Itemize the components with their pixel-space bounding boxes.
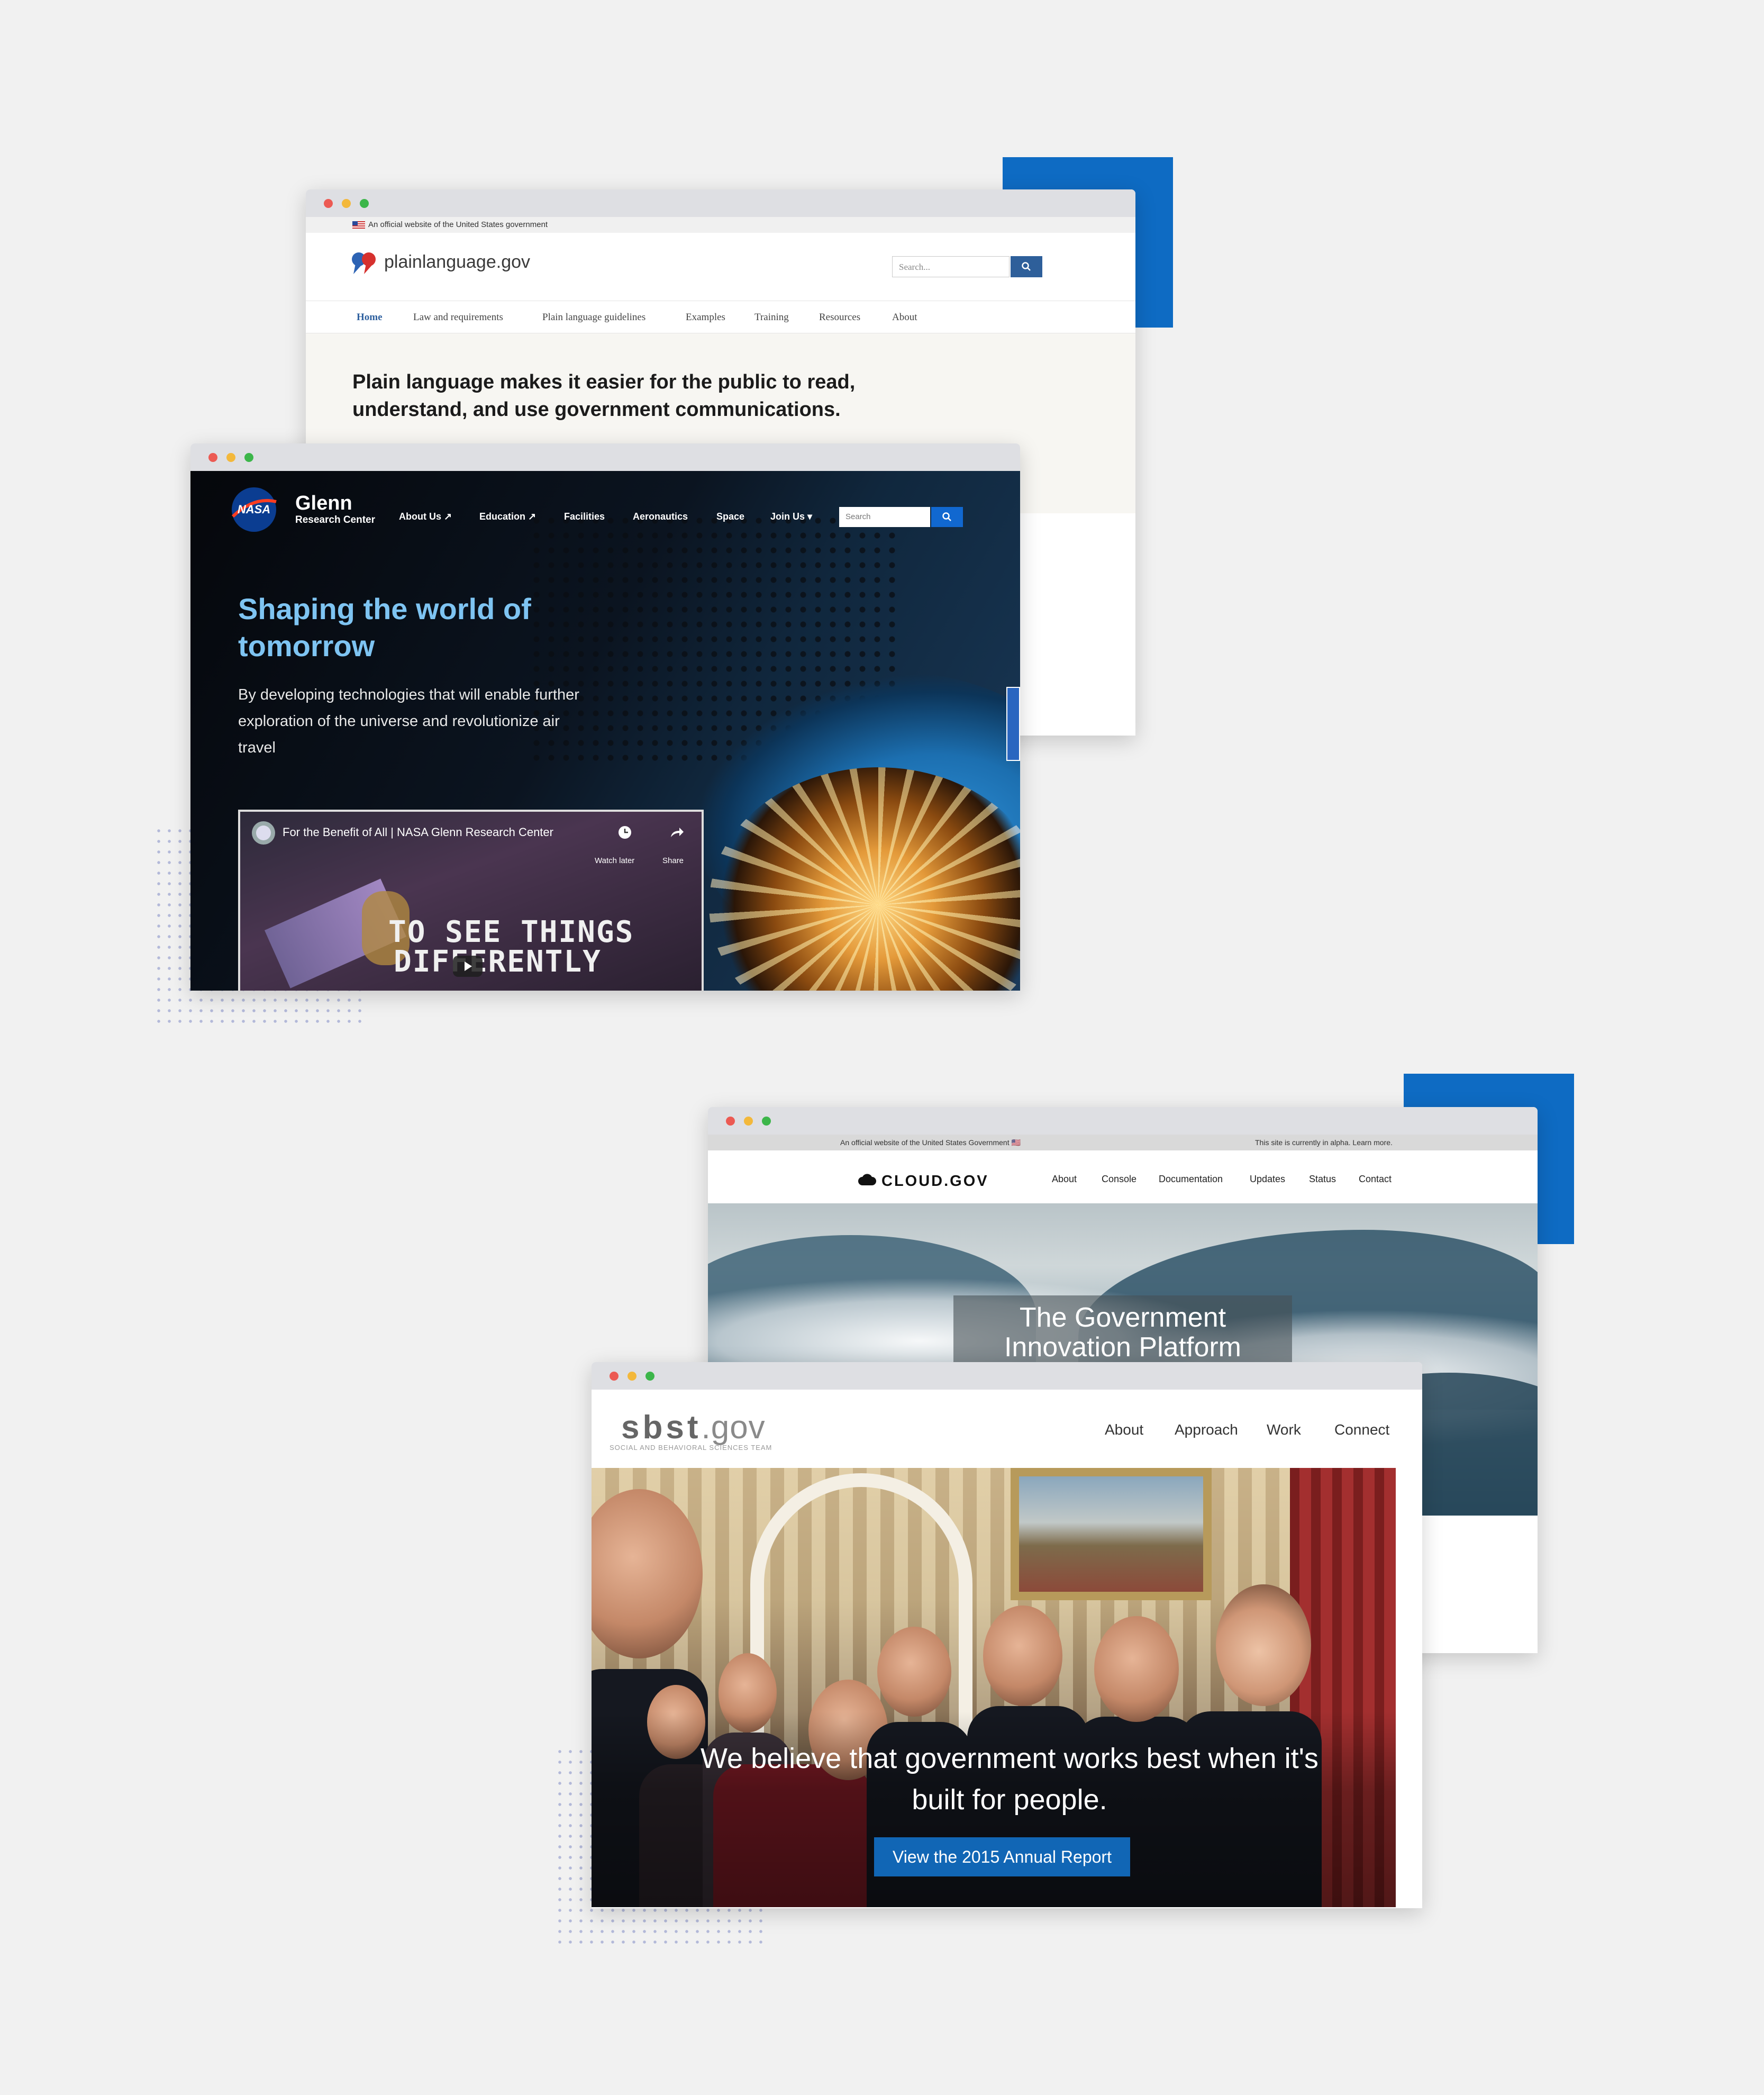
nasa-meatball-logo[interactable]: NASA	[228, 486, 280, 533]
window-chrome	[708, 1107, 1538, 1135]
nav-console[interactable]: Console	[1102, 1174, 1136, 1185]
clock-icon[interactable]	[617, 824, 633, 840]
close-dot[interactable]	[324, 199, 333, 208]
search-icon	[942, 512, 951, 521]
window-chrome	[592, 1362, 1422, 1390]
logo-suffix: .gov	[701, 1409, 766, 1446]
nav-education[interactable]: Education ↗	[479, 511, 536, 522]
nav-work[interactable]: Work	[1267, 1421, 1301, 1438]
nav-connect[interactable]: Connect	[1334, 1421, 1389, 1438]
nav-guidelines[interactable]: Plain language guidelines	[542, 312, 645, 323]
quote-logo-icon	[352, 252, 376, 274]
maximize-dot[interactable]	[762, 1117, 771, 1126]
gov-banner: An official website of the United States…	[306, 217, 1135, 233]
nasa-glenn-window: NASA Glenn Research Center About Us ↗ Ed…	[190, 443, 1020, 991]
sbst-window: sbst.gov SOCIAL AND BEHAVIORAL SCIENCES …	[592, 1362, 1422, 1908]
search-input[interactable]: Search	[839, 507, 930, 527]
nav-aeronautics[interactable]: Aeronautics	[633, 511, 688, 522]
overlay-line-1: TO SEE THINGS	[388, 915, 634, 949]
video-embed[interactable]: For the Benefit of All | NASA Glenn Rese…	[238, 810, 704, 991]
gov-banner-text: An official website of the United States…	[368, 220, 548, 229]
window-chrome	[306, 189, 1135, 217]
window-chrome	[190, 443, 1020, 471]
maximize-dot[interactable]	[360, 199, 369, 208]
video-title[interactable]: For the Benefit of All | NASA Glenn Rese…	[283, 826, 553, 839]
nav-examples[interactable]: Examples	[686, 312, 725, 323]
play-button-icon[interactable]	[453, 956, 483, 977]
logo-main: sbst	[621, 1409, 702, 1446]
person-face	[983, 1606, 1062, 1706]
person-face	[1216, 1584, 1311, 1706]
nav-law[interactable]: Law and requirements	[413, 312, 503, 323]
person-face	[1094, 1616, 1179, 1722]
alpha-notice-link[interactable]: This site is currently in alpha. Learn m…	[1255, 1135, 1393, 1150]
nav-home[interactable]: Home	[357, 312, 383, 323]
channel-avatar-icon	[252, 821, 275, 845]
hero-text: Plain language makes it easier for the p…	[352, 371, 856, 421]
share-label[interactable]: Share	[662, 856, 684, 865]
main-nav: Home Law and requirements Plain language…	[306, 301, 1135, 333]
overlay-line-2: DIFFERENTLY	[394, 945, 602, 979]
hero-photo: We believe that government works best wh…	[592, 1468, 1396, 1907]
center-subtitle: Research Center	[295, 514, 376, 525]
gov-banner-text: An official website of the United States…	[840, 1138, 1021, 1147]
nav-space[interactable]: Space	[716, 511, 744, 522]
maximize-dot[interactable]	[244, 453, 253, 462]
search-input[interactable]: Search...	[892, 256, 1010, 277]
nav-status[interactable]: Status	[1309, 1174, 1336, 1185]
hero-headline: Shaping the world of tomorrow	[238, 592, 531, 663]
nav-documentation[interactable]: Documentation	[1159, 1174, 1223, 1185]
minimize-dot[interactable]	[628, 1372, 637, 1381]
share-icon[interactable]	[669, 824, 685, 840]
nav-about-us[interactable]: About Us ↗	[399, 511, 452, 522]
video-overlay-text: TO SEE THINGS DIFFERENTLY	[388, 918, 634, 977]
annual-report-button[interactable]: View the 2015 Annual Report	[874, 1837, 1130, 1876]
nav-about[interactable]: About	[1052, 1174, 1077, 1185]
search-icon	[1022, 262, 1031, 271]
hero-quote: We believe that government works best wh…	[701, 1743, 1319, 1816]
nav-facilities[interactable]: Facilities	[564, 511, 605, 522]
site-logo[interactable]: sbst.gov	[621, 1409, 766, 1446]
minimize-dot[interactable]	[342, 199, 351, 208]
nav-contact[interactable]: Contact	[1359, 1174, 1392, 1185]
nasa-logo-text: NASA	[238, 503, 270, 516]
nav-approach[interactable]: Approach	[1175, 1421, 1238, 1438]
maximize-dot[interactable]	[645, 1372, 654, 1381]
hero-description: By developing technologies that will ena…	[238, 686, 579, 756]
nav-join-us[interactable]: Join Us ▾	[770, 511, 812, 522]
search-button[interactable]	[1011, 256, 1042, 277]
nav-about[interactable]: About	[892, 312, 917, 323]
cloud-icon	[858, 1174, 876, 1185]
close-dot[interactable]	[208, 453, 217, 462]
nav-about[interactable]: About	[1105, 1421, 1143, 1438]
nav-resources[interactable]: Resources	[819, 312, 860, 323]
nav-training[interactable]: Training	[754, 312, 789, 323]
gov-banner: An official website of the United States…	[708, 1135, 1538, 1150]
nav-updates[interactable]: Updates	[1250, 1174, 1285, 1185]
logo-subtitle: SOCIAL AND BEHAVIORAL SCIENCES TEAM	[610, 1444, 772, 1452]
center-title[interactable]: Glenn	[295, 492, 352, 515]
us-flag-icon	[352, 221, 365, 229]
search-button[interactable]	[931, 507, 963, 527]
close-dot[interactable]	[610, 1372, 619, 1381]
minimize-dot[interactable]	[744, 1117, 753, 1126]
person-face	[877, 1627, 951, 1717]
site-logo[interactable]: CLOUD.GOV	[881, 1173, 989, 1190]
wall-painting	[1011, 1468, 1212, 1600]
site-name[interactable]: plainlanguage.gov	[384, 252, 530, 273]
watch-later-label[interactable]: Watch later	[595, 856, 634, 865]
hero-title: The Government Innovation Platform	[1004, 1302, 1242, 1363]
close-dot[interactable]	[726, 1117, 735, 1126]
feedback-tab[interactable]	[1006, 687, 1020, 761]
minimize-dot[interactable]	[226, 453, 235, 462]
